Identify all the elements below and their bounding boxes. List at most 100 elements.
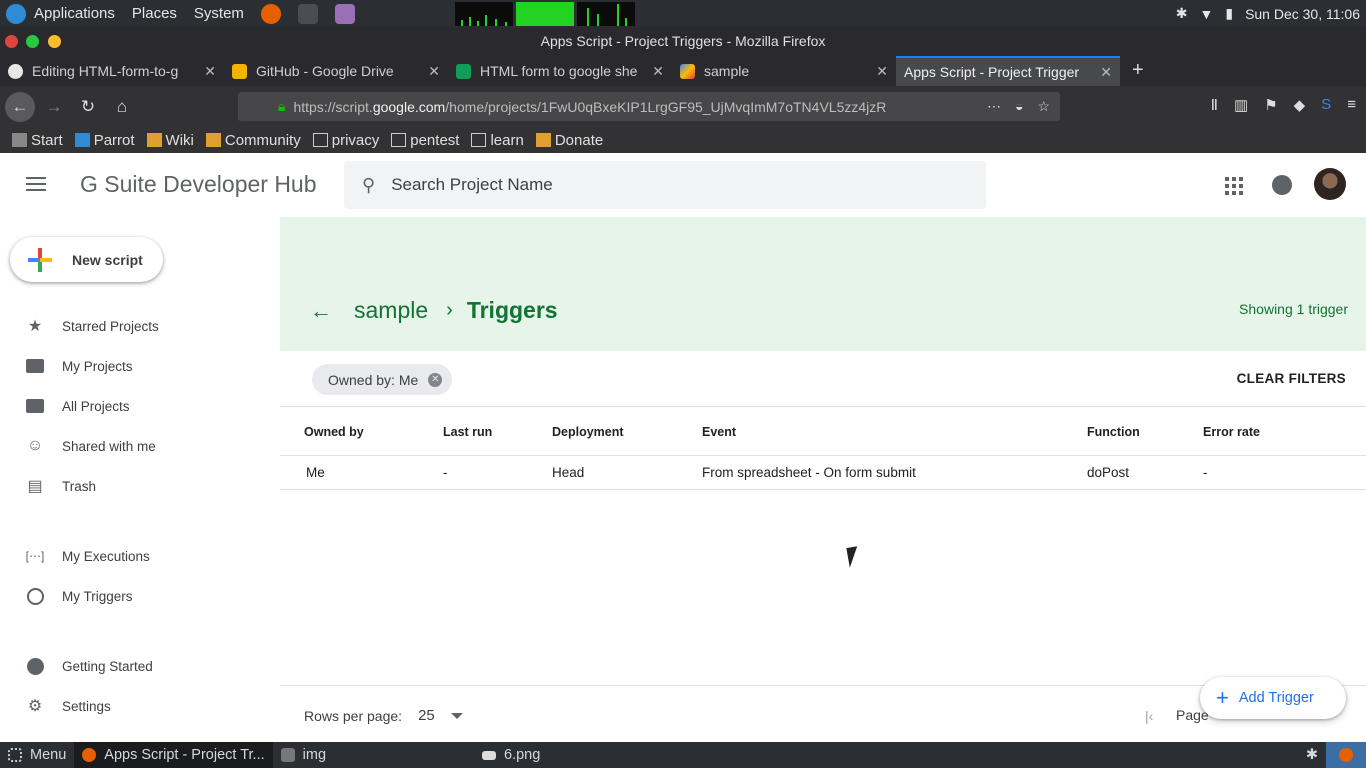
add-trigger-button[interactable]: + Add Trigger (1200, 677, 1346, 719)
sidebar-item-starred-projects[interactable]: ★ Starred Projects (0, 306, 280, 346)
search-box[interactable]: ⚲ (344, 161, 986, 209)
new-script-button[interactable]: New script (10, 237, 163, 282)
taskbar-item-image-viewer[interactable]: 6.png (474, 742, 548, 768)
bookmark-donate[interactable]: Donate (535, 132, 603, 149)
table-row[interactable]: Me - Head From spreadsheet - On form sub… (280, 456, 1366, 490)
tab-bar: Editing HTML-form-to-g ✕ GitHub - Google… (0, 56, 1366, 86)
taskbar-item-img[interactable]: img (273, 742, 334, 768)
tab-apps-script-triggers[interactable]: Apps Script - Project Trigger ✕ (896, 56, 1120, 86)
breadcrumb-project[interactable]: sample (354, 297, 428, 324)
close-tab-icon[interactable]: ✕ (652, 63, 664, 80)
clock[interactable]: Sun Dec 30, 11:06 (1245, 6, 1360, 22)
triggers-banner: ← sample › Triggers Showing 1 trigger (280, 217, 1366, 351)
bookmark-folder-privacy[interactable]: privacy (312, 132, 379, 149)
reload-button[interactable]: ↻ (73, 92, 103, 122)
back-button[interactable]: ← (5, 91, 35, 122)
os-menu-system[interactable]: System (194, 5, 244, 22)
new-tab-button[interactable]: + (1120, 56, 1156, 86)
chevron-down-icon[interactable] (450, 712, 463, 719)
rows-per-page-select[interactable]: 25 (418, 707, 435, 724)
mouse-cursor-icon (846, 546, 861, 568)
home-button[interactable]: ⌂ (107, 92, 137, 122)
parrot-logo-icon[interactable] (6, 3, 26, 24)
url-bar[interactable]: 🔒︎ https://script. google.com/home/projec… (238, 92, 1060, 121)
firefox-tray-icon[interactable] (1326, 742, 1366, 768)
page-actions-icon[interactable]: ⋯ (987, 98, 1001, 115)
avatar[interactable] (1314, 168, 1346, 200)
column-function[interactable]: Function (1087, 409, 1140, 455)
folder-icon (391, 133, 407, 147)
column-owned-by[interactable]: Owned by (304, 409, 364, 455)
apps-grid-icon[interactable] (1225, 177, 1243, 195)
remove-filter-icon[interactable]: ✕ (428, 372, 443, 387)
bookmark-start[interactable]: Start (12, 132, 63, 149)
bookmark-folder-pentest[interactable]: pentest (391, 132, 459, 149)
close-tab-icon[interactable]: ✕ (876, 63, 888, 80)
tab-editing-html-form[interactable]: Editing HTML-form-to-g ✕ (0, 56, 224, 86)
hamburger-menu-icon[interactable]: ≡ (1347, 96, 1356, 114)
battery-icon[interactable]: ▮ (1225, 5, 1233, 22)
owner-filter-chip[interactable]: Owned by: Me ✕ (312, 364, 453, 395)
wifi-icon[interactable]: ▼ (1199, 6, 1213, 22)
library-icon[interactable]: Ⅱ (1211, 96, 1218, 114)
close-tab-icon[interactable]: ✕ (428, 63, 440, 80)
sidebar-icon[interactable]: ▥ (1234, 96, 1248, 114)
maximize-window-button[interactable] (26, 35, 39, 48)
rows-per-page: Rows per page: 25 (304, 707, 463, 724)
bookmark-wiki[interactable]: Wiki (146, 132, 194, 149)
asterisk-icon[interactable]: ✱ (1298, 742, 1326, 768)
ublock-icon[interactable]: ◆ (1294, 96, 1306, 114)
bookmark-star-icon[interactable]: ☆ (1037, 98, 1050, 115)
close-tab-icon[interactable]: ✕ (204, 63, 216, 80)
column-deployment[interactable]: Deployment (552, 409, 624, 455)
skype-icon[interactable]: S (1321, 96, 1331, 114)
minimize-window-button[interactable] (48, 35, 61, 48)
sidebar-item-my-triggers[interactable]: My Triggers (0, 576, 280, 616)
parrot-icon (74, 133, 90, 147)
column-event[interactable]: Event (702, 409, 736, 455)
bookmark-community[interactable]: Community (205, 132, 301, 149)
os-menu-applications[interactable]: Applications (34, 5, 115, 22)
bookmark-parrot[interactable]: Parrot (74, 132, 135, 149)
column-last-run[interactable]: Last run (443, 409, 492, 455)
text-editor-launcher-icon[interactable] (334, 3, 355, 24)
close-window-button[interactable] (5, 35, 18, 48)
cell-deployment: Head (552, 465, 585, 480)
pocket-icon[interactable]: ◒ (1015, 98, 1023, 115)
sidebar-item-my-executions[interactable]: [⋯] My Executions (0, 536, 280, 576)
tab-github-google-drive[interactable]: GitHub - Google Drive ✕ (224, 56, 448, 86)
close-tab-icon[interactable]: ✕ (1100, 64, 1112, 81)
first-page-icon[interactable]: |‹ (1145, 708, 1153, 724)
alarm-icon (26, 587, 44, 605)
sidebar-item-getting-started[interactable]: Getting Started (0, 646, 280, 686)
main-menu-icon[interactable] (26, 177, 46, 195)
sidebar-item-shared-with-me[interactable]: ☺ Shared with me (0, 426, 280, 466)
brand-title[interactable]: G Suite Developer Hub (80, 171, 317, 198)
terminal-launcher-icon[interactable] (297, 3, 318, 24)
plus-icon (28, 247, 52, 272)
column-error-rate[interactable]: Error rate (1203, 409, 1260, 455)
taskbar-menu-button[interactable]: Menu (0, 742, 74, 768)
lock-icon: 🔒︎ (278, 98, 286, 114)
sidebar-item-settings[interactable]: ⚙ Settings (0, 686, 280, 726)
forward-button[interactable]: → (39, 92, 69, 122)
notifications-bell-icon[interactable] (1272, 175, 1292, 195)
clear-filters-button[interactable]: CLEAR FILTERS (1237, 371, 1346, 386)
sidebar-item-all-projects[interactable]: All Projects (0, 386, 280, 426)
search-icon: ⚲ (362, 174, 376, 195)
extension-icon[interactable]: ⚑ (1264, 96, 1277, 114)
taskbar-item-firefox[interactable]: Apps Script - Project Tr... (74, 742, 273, 768)
sidebar-item-my-projects[interactable]: My Projects (0, 346, 280, 386)
back-arrow-icon[interactable]: ← (310, 298, 332, 324)
search-input[interactable] (391, 175, 932, 195)
page-title: Triggers (466, 297, 558, 323)
firefox-launcher-icon[interactable] (260, 3, 281, 24)
bluetooth-icon[interactable]: ✱ (1176, 5, 1188, 22)
os-menu-places[interactable]: Places (132, 5, 177, 22)
bookmark-folder-learn[interactable]: learn (471, 132, 524, 149)
tab-html-form-google-sheets[interactable]: HTML form to google she ✕ (448, 56, 672, 86)
people-icon: ☺ (26, 437, 44, 454)
gear-icon: ⚙ (27, 698, 43, 715)
tab-sample[interactable]: sample ✕ (672, 56, 896, 86)
sidebar-item-trash[interactable]: ▤ Trash (0, 466, 280, 506)
